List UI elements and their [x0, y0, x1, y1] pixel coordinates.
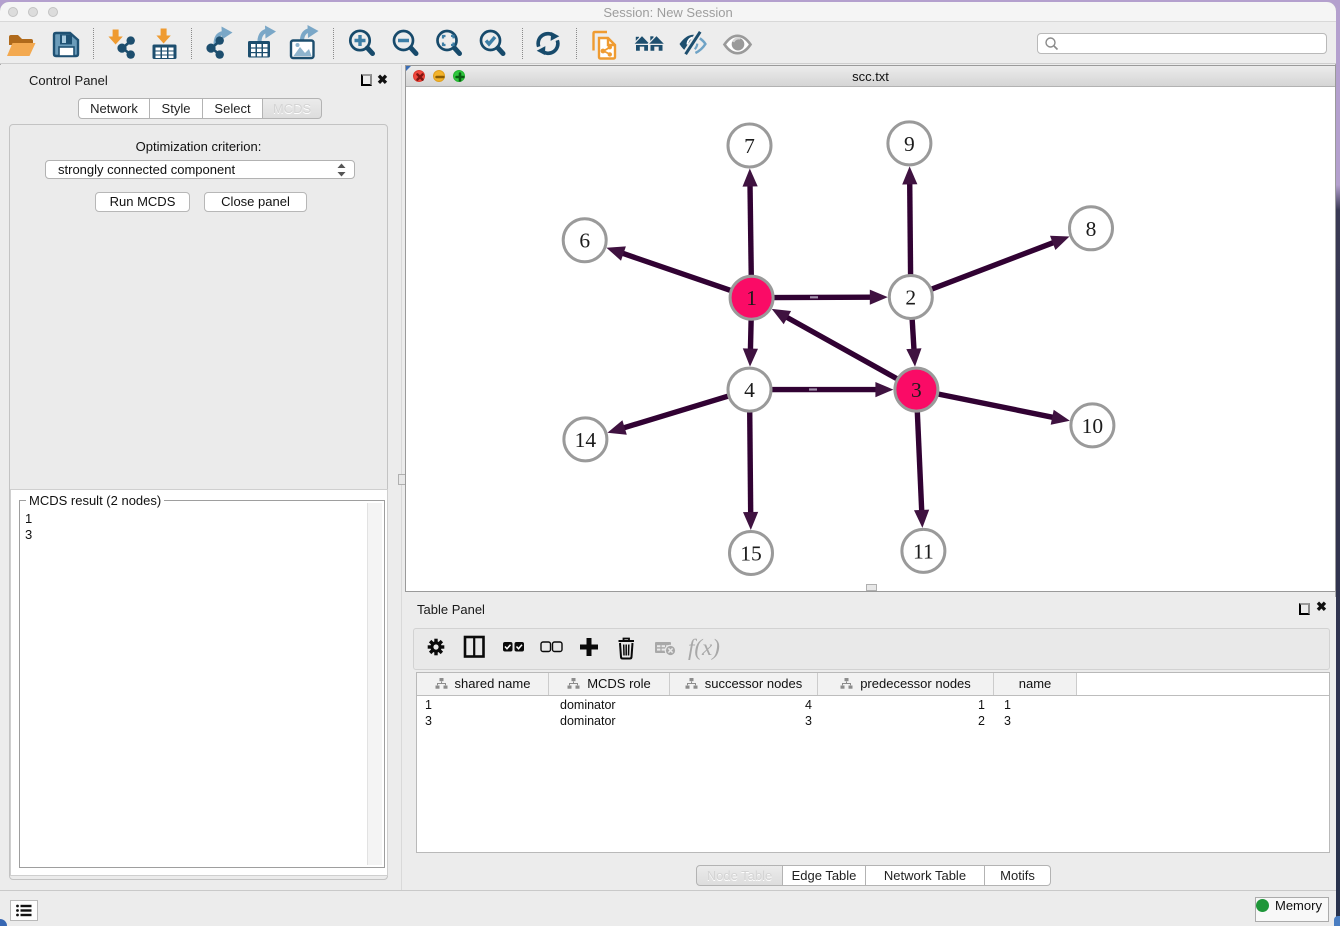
svg-text:15: 15	[740, 542, 762, 566]
svg-text:1: 1	[746, 286, 757, 310]
svg-text:14: 14	[575, 428, 597, 452]
svg-text:11: 11	[913, 539, 934, 563]
svg-text:7: 7	[744, 134, 755, 158]
svg-text:10: 10	[1082, 414, 1104, 438]
svg-text:6: 6	[579, 229, 590, 253]
svg-text:f(x): f(x)	[688, 635, 720, 660]
svg-text:8: 8	[1086, 217, 1097, 241]
svg-text:2: 2	[905, 286, 916, 310]
svg-text:9: 9	[904, 132, 915, 156]
svg-text:4: 4	[744, 378, 755, 402]
svg-text:3: 3	[911, 378, 922, 402]
